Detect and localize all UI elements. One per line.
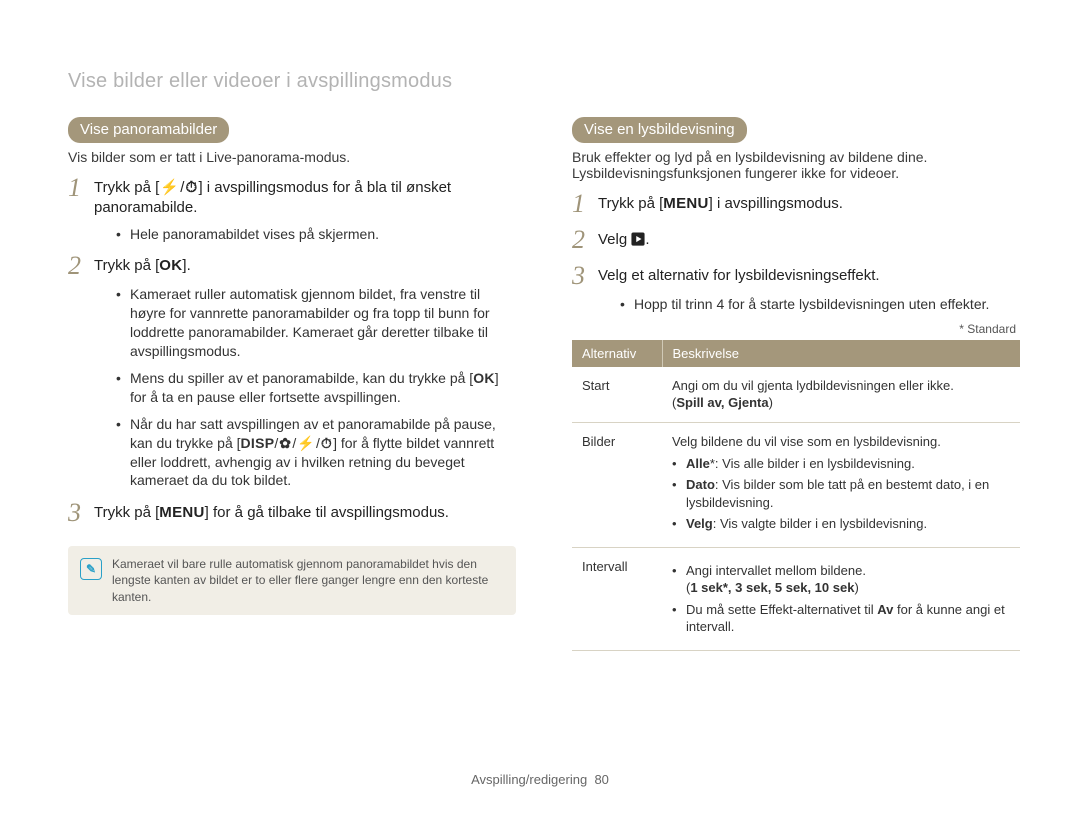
- step-number: 1: [572, 191, 598, 217]
- table-row: Bilder Velg bildene du vil vise som en l…: [572, 422, 1020, 547]
- panorama-step2-b1: Kameraet ruller automatisk gjennom bilde…: [116, 285, 516, 361]
- panorama-lead: Vis bilder som er tatt i Live-panorama-m…: [68, 149, 516, 165]
- opt-name-start: Start: [572, 367, 662, 423]
- step-number: 3: [68, 500, 94, 526]
- left-column: Vise panoramabilder Vis bilder som er ta…: [68, 117, 516, 651]
- note-text: Kameraet vil bare rulle automatisk gjenn…: [112, 556, 504, 605]
- flash-icon: ⚡: [159, 178, 180, 198]
- section-heading-slideshow: Vise en lysbildevisning: [572, 117, 747, 143]
- footer: Avspilling/redigering 80: [0, 772, 1080, 787]
- panorama-step-1: 1 Trykk på [⚡/⏱] i avspillingsmodus for …: [68, 175, 516, 219]
- opt-name-intervall: Intervall: [572, 547, 662, 650]
- ok-icon: OK: [159, 256, 182, 276]
- table-head-option: Alternativ: [572, 340, 662, 367]
- play-slideshow-icon: [631, 231, 645, 248]
- slideshow-step3-bullet: Hopp til trinn 4 for å starte lysbildevi…: [620, 295, 1020, 314]
- step2-text-b: ].: [182, 257, 190, 274]
- disp-icon: DISP: [241, 434, 275, 453]
- step-number: 2: [572, 227, 598, 253]
- opt-desc-intervall: Angi intervallet mellom bildene. (1 sek*…: [662, 547, 1020, 650]
- table-row: Intervall Angi intervallet mellom bilden…: [572, 547, 1020, 650]
- step-number: 1: [68, 175, 94, 201]
- step1-text-a: Trykk på [: [94, 179, 159, 196]
- step2-text-a: Trykk på [: [94, 257, 159, 274]
- flower-icon: ✿: [278, 434, 292, 453]
- opt-desc-bilder: Velg bildene du vil vise som en lysbilde…: [662, 422, 1020, 547]
- slideshow-step-2: 2 Velg .: [572, 227, 1020, 253]
- table-footnote: * Standard: [572, 322, 1016, 336]
- note-box: ✎ Kameraet vil bare rulle automatisk gje…: [68, 546, 516, 615]
- footer-section: Avspilling/redigering: [471, 772, 587, 787]
- ok-icon: OK: [473, 369, 495, 388]
- page-title: Vise bilder eller videoer i avspillingsm…: [68, 70, 1020, 93]
- flash-icon: ⚡: [296, 434, 316, 453]
- table-row: Start Angi om du vil gjenta lydbildevisn…: [572, 367, 1020, 423]
- footer-page: 80: [594, 772, 608, 787]
- timer-icon: ⏱: [184, 178, 198, 198]
- slideshow-step-1: 1 Trykk på [MENU] i avspillingsmodus.: [572, 191, 1020, 217]
- panorama-step-3: 3 Trykk på [MENU] for å gå tilbake til a…: [68, 500, 516, 526]
- section-heading-panorama: Vise panoramabilder: [68, 117, 229, 143]
- step3-text-a: Trykk på [: [94, 504, 159, 521]
- menu-icon: MENU: [663, 194, 708, 214]
- step3-text-b: ] for å gå tilbake til avspillingsmodus.: [205, 504, 449, 521]
- slideshow-step-3: 3 Velg et alternativ for lysbildevisning…: [572, 263, 1020, 289]
- step-number: 2: [68, 253, 94, 279]
- options-table: Alternativ Beskrivelse Start Angi om du …: [572, 340, 1020, 651]
- panorama-step2-b2: Mens du spiller av et panoramabilde, kan…: [116, 369, 516, 407]
- timer-icon: ⏱: [320, 434, 333, 453]
- slideshow-lead: Bruk effekter og lyd på en lysbildevisni…: [572, 149, 1020, 181]
- opt-name-bilder: Bilder: [572, 422, 662, 547]
- note-icon: ✎: [80, 558, 102, 580]
- right-column: Vise en lysbildevisning Bruk effekter og…: [572, 117, 1020, 651]
- panorama-step2-b3: Når du har satt avspillingen av et panor…: [116, 415, 516, 491]
- opt-desc-start: Angi om du vil gjenta lydbildevisningen …: [662, 367, 1020, 423]
- panorama-step1-bullet: Hele panoramabildet vises på skjermen.: [116, 225, 516, 244]
- table-head-desc: Beskrivelse: [662, 340, 1020, 367]
- panorama-step-2: 2 Trykk på [OK].: [68, 253, 516, 279]
- menu-icon: MENU: [159, 503, 204, 523]
- step-number: 3: [572, 263, 598, 289]
